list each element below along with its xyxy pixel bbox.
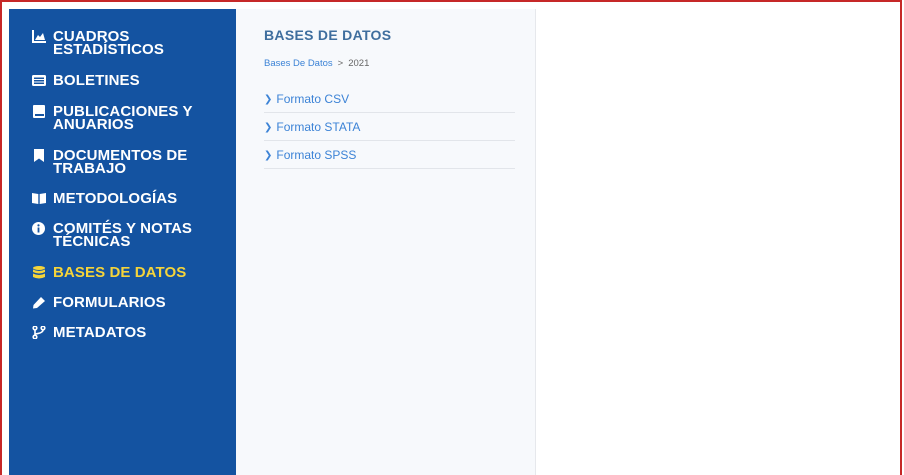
link-formato-csv[interactable]: ❯ Formato CSV — [264, 85, 515, 113]
link-formato-spss[interactable]: ❯ Formato SPSS — [264, 141, 515, 169]
fork-icon — [32, 326, 48, 339]
format-links: ❯ Formato CSV ❯ Formato STATA ❯ Formato … — [264, 85, 515, 169]
sidebar-item-label: PUBLICACIONES Y ANUARIOS — [53, 103, 193, 133]
breadcrumb-separator: > — [337, 58, 344, 69]
link-label: Formato CSV — [276, 92, 350, 106]
breadcrumb: Bases De Datos >2021 — [264, 58, 369, 69]
sidebar-item-comites[interactable]: COMITÉS Y NOTAS TÉCNICAS — [32, 220, 212, 250]
book-icon — [32, 105, 48, 118]
chart-icon — [32, 30, 48, 43]
sidebar-item-label: BOLETINES — [53, 72, 140, 89]
open-book-icon — [32, 192, 48, 205]
sidebar-item-label: COMITÉS Y NOTAS TÉCNICAS — [53, 220, 193, 250]
breadcrumb-link-bases-de-datos[interactable]: Bases De Datos — [264, 58, 333, 69]
content-panel: BASES DE DATOS Bases De Datos >2021 ❯ For… — [236, 9, 536, 475]
link-formato-stata[interactable]: ❯ Formato STATA — [264, 113, 515, 141]
bookmark-icon — [32, 149, 48, 162]
page-title: BASES DE DATOS — [264, 27, 392, 43]
sidebar-item-metadatos[interactable]: METADATOS — [32, 324, 212, 341]
sidebar: CUADROS ESTADÍSTICOS BOLETINES PUBLICACI… — [9, 9, 236, 475]
sidebar-item-label: CUADROS ESTADÍSTICOS — [53, 28, 164, 58]
pencil-icon — [32, 296, 48, 309]
sidebar-item-boletines[interactable]: BOLETINES — [32, 72, 212, 89]
chevron-right-icon: ❯ — [264, 121, 273, 133]
sidebar-item-label: DOCUMENTOS DE TRABAJO — [53, 147, 188, 177]
sidebar-item-cuadros-estadisticos[interactable]: CUADROS ESTADÍSTICOS — [32, 28, 212, 58]
sidebar-item-metodologias[interactable]: METODOLOGÍAS — [32, 190, 212, 207]
database-icon — [32, 266, 48, 279]
list-icon — [32, 74, 48, 87]
sidebar-item-label: FORMULARIOS — [53, 294, 166, 311]
sidebar-item-documentos[interactable]: DOCUMENTOS DE TRABAJO — [32, 147, 212, 177]
chevron-right-icon: ❯ — [264, 149, 273, 161]
sidebar-item-formularios[interactable]: FORMULARIOS — [32, 294, 212, 311]
breadcrumb-current: 2021 — [348, 58, 370, 69]
link-label: Formato SPSS — [276, 148, 357, 162]
sidebar-item-label: BASES DE DATOS — [53, 264, 187, 281]
sidebar-item-publicaciones[interactable]: PUBLICACIONES Y ANUARIOS — [32, 103, 212, 133]
sidebar-item-bases-de-datos[interactable]: BASES DE DATOS — [32, 264, 212, 281]
link-label: Formato STATA — [276, 120, 361, 134]
chevron-right-icon: ❯ — [264, 93, 273, 105]
info-icon — [32, 222, 48, 235]
sidebar-item-label: METODOLOGÍAS — [53, 190, 178, 207]
sidebar-item-label: METADATOS — [53, 324, 147, 341]
